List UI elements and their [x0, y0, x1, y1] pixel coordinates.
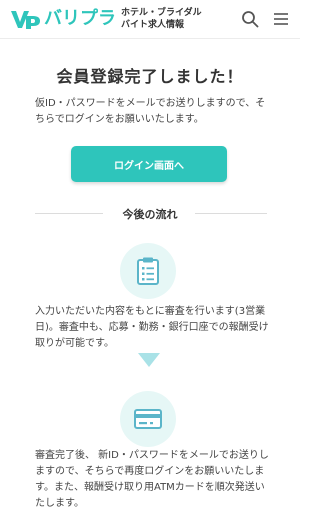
tagline-line-1: ホテル・ブライダル [121, 8, 202, 18]
search-icon[interactable] [241, 10, 259, 28]
page-title: 会員登録完了しました！ [56, 67, 244, 86]
step-2-icon-circle [120, 391, 176, 447]
credit-card-icon [134, 409, 162, 429]
hamburger-menu-icon[interactable] [272, 10, 290, 28]
header: バリプラ ホテル・ブライダル バイト求人情報 [0, 0, 300, 39]
step-2-text: 審査完了後、 新ID・パスワードをメールでお送りしますので、そちらで再度ログイン… [35, 450, 269, 509]
tagline: ホテル・ブライダル バイト求人情報 [121, 7, 202, 31]
intro-text: 仮ID・パスワードをメールでお送りしますので、そちらでログインをお願いいたします… [35, 98, 266, 125]
down-arrow-icon [138, 353, 160, 367]
flow-heading: 今後の流れ [122, 208, 178, 221]
step-1-icon-circle [120, 243, 176, 299]
divider-right [195, 213, 267, 214]
logo-text: バリプラ [44, 8, 116, 29]
login-button[interactable]: ログイン画面へ [71, 146, 227, 182]
clipboard-icon [137, 257, 159, 285]
logo[interactable]: バリプラ [9, 8, 116, 30]
tagline-line-2: バイト求人情報 [121, 20, 185, 30]
step-1-text: 入力いただいた内容をもとに審査を行います(3営業日)。審査中も、応募・勤務・銀行… [35, 306, 269, 349]
logo-mark-icon [11, 11, 40, 29]
